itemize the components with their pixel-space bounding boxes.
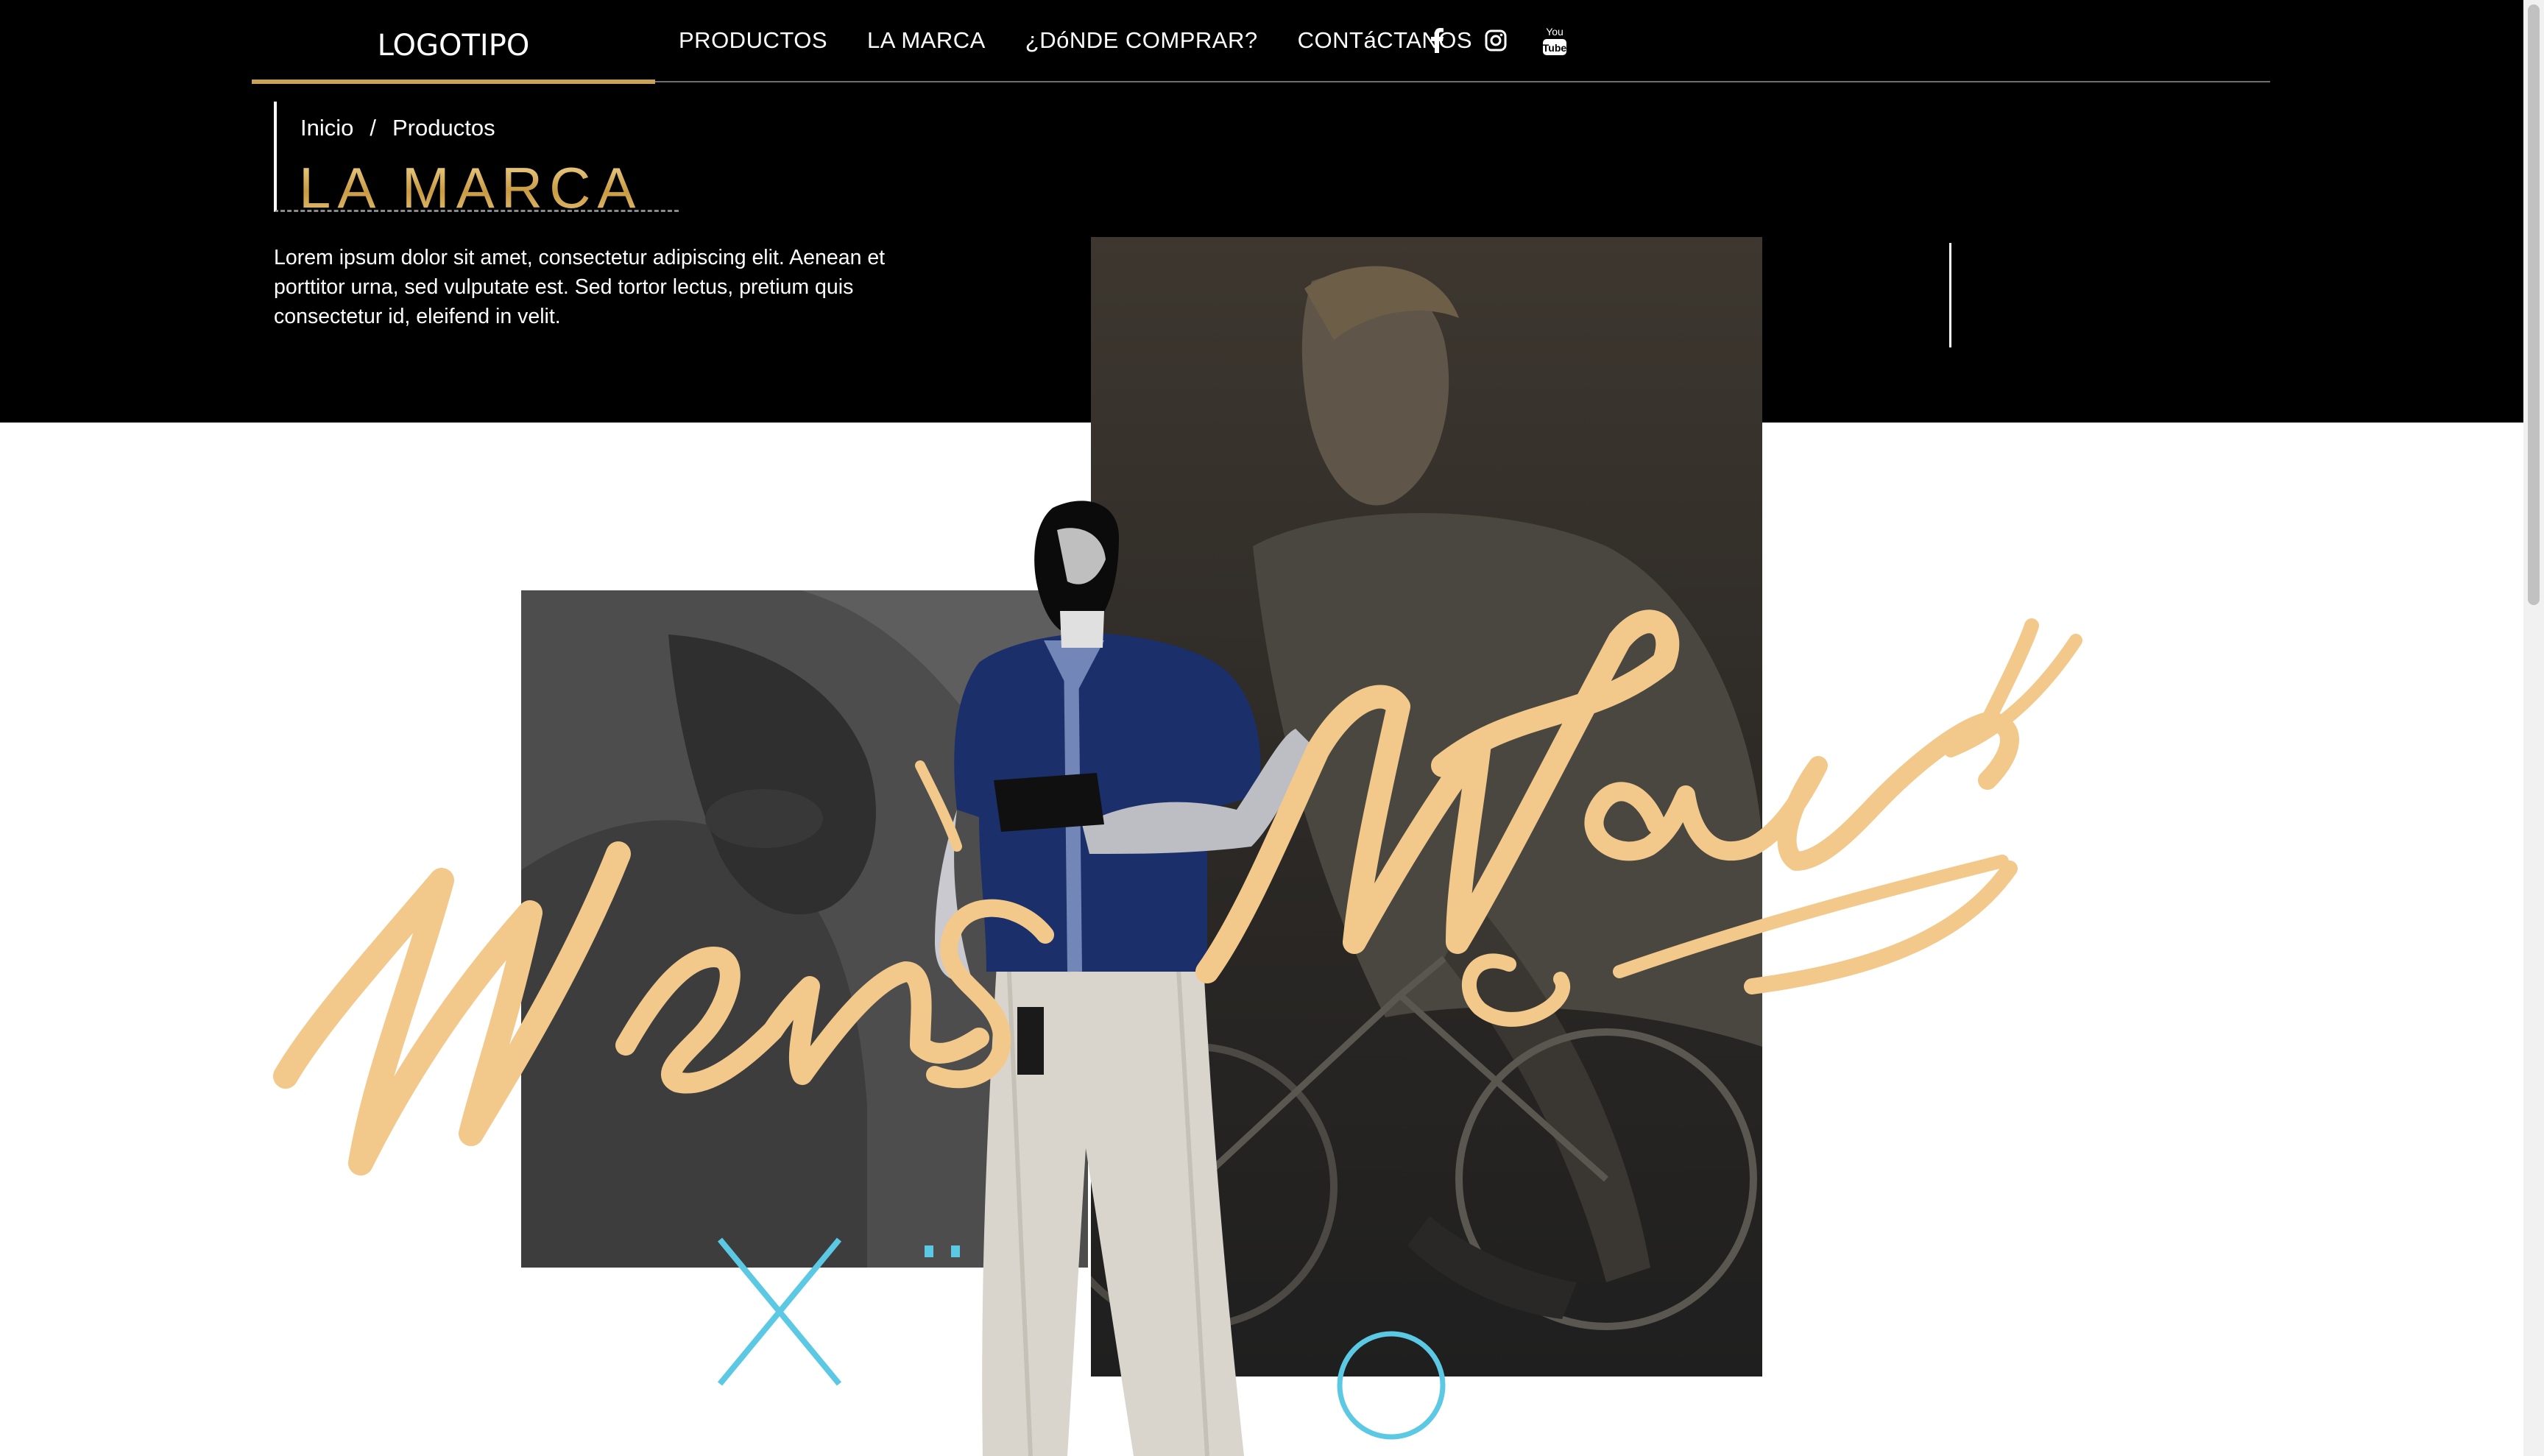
decorative-circle-icon bbox=[1337, 1331, 1446, 1440]
mannequin-figure bbox=[935, 501, 1310, 1456]
scrollbar[interactable] bbox=[2523, 0, 2544, 1456]
menswear-artwork bbox=[273, 501, 2082, 1456]
decorative-dots-icon bbox=[925, 1245, 960, 1257]
decorative-cross-icon bbox=[717, 1237, 842, 1386]
scrollbar-thumb[interactable] bbox=[2528, 4, 2540, 605]
